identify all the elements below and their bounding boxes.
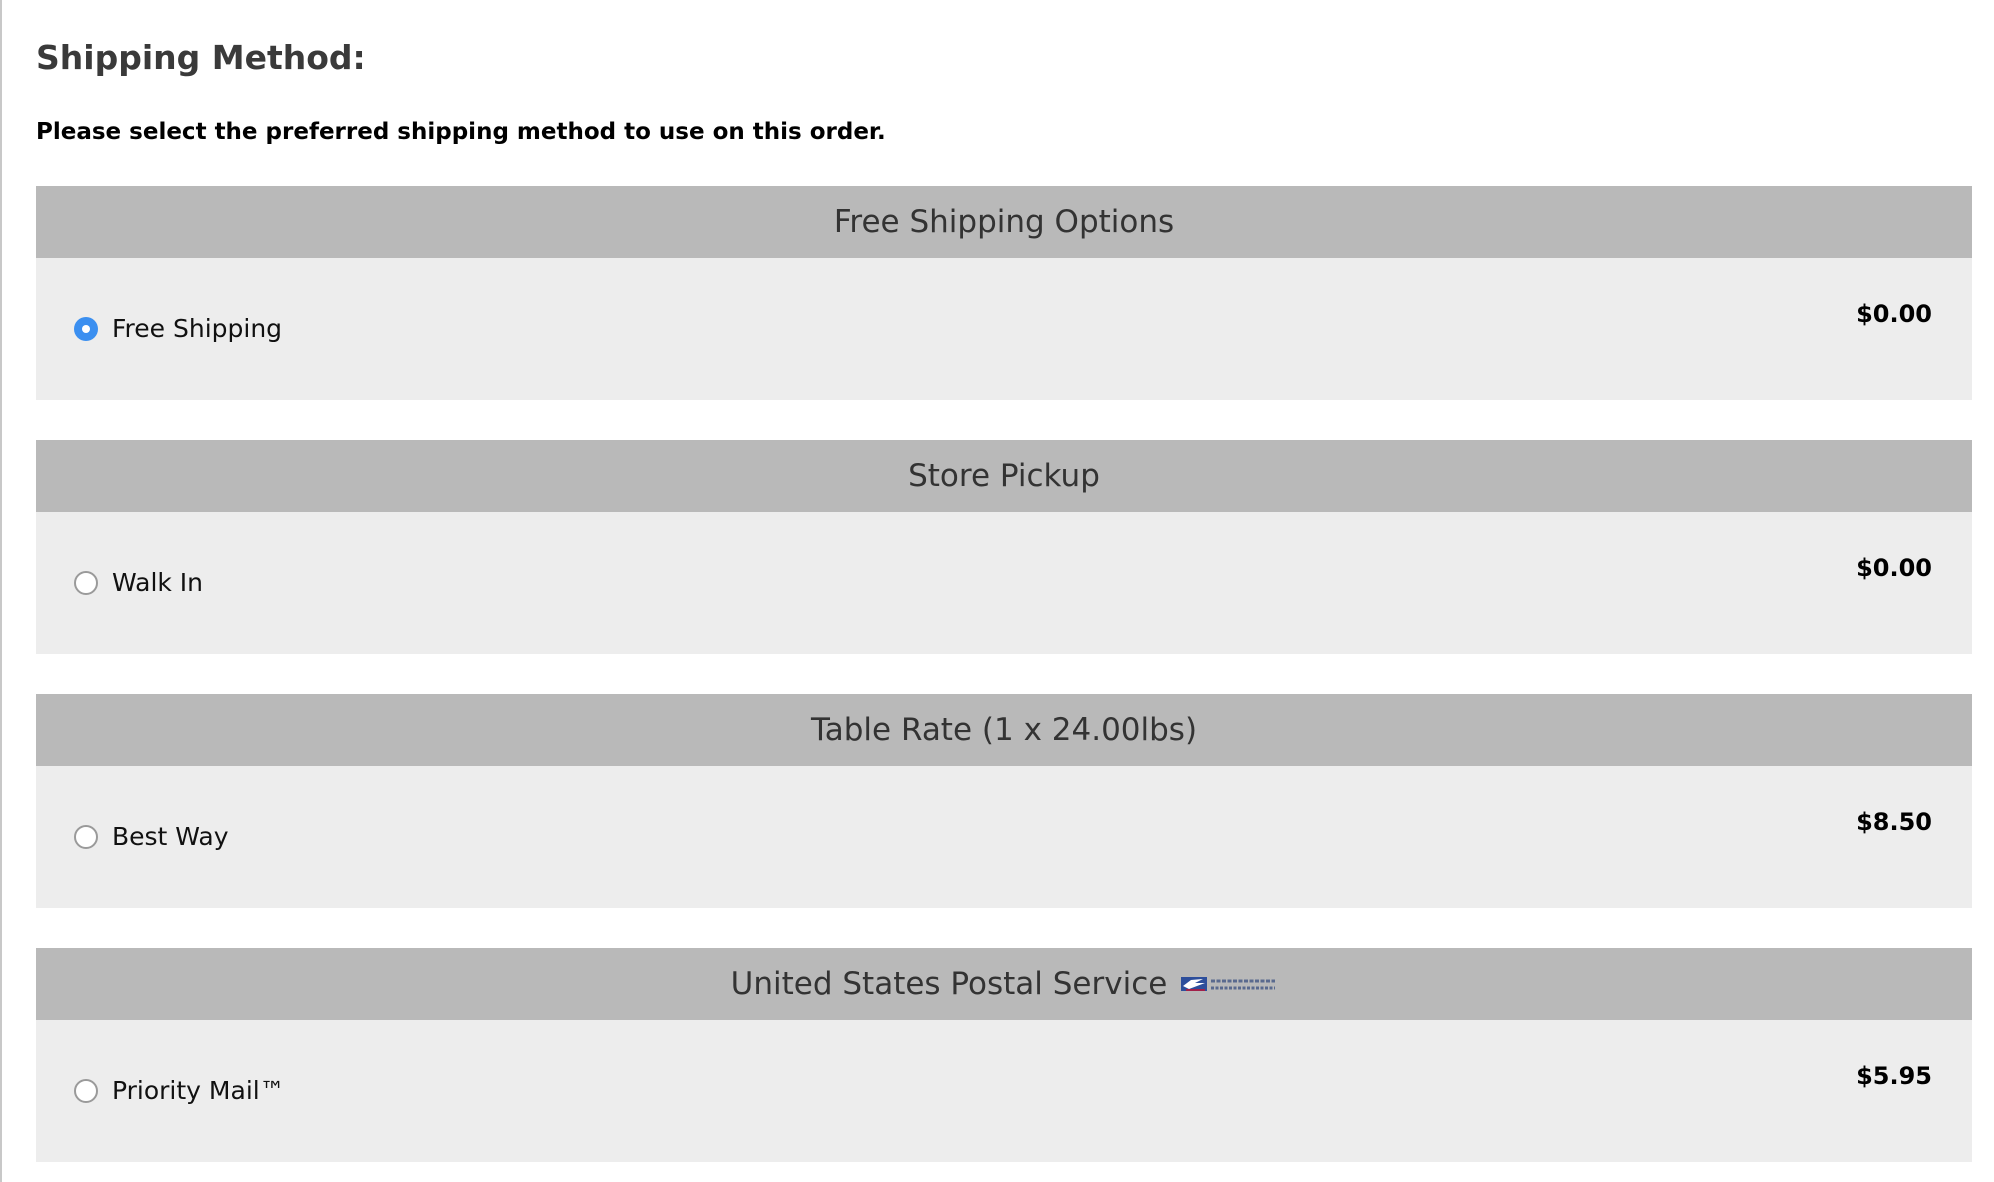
shipping-option-priority-mail[interactable]: Priority Mail™ [74,1076,285,1105]
instruction-text: Please select the preferred shipping met… [36,119,886,145]
group-header: Store Pickup [36,440,1972,512]
option-price: $0.00 [1856,300,1932,328]
group-body: Free Shipping $0.00 [36,258,1972,400]
group-header-label: Table Rate (1 x 24.00lbs) [810,712,1198,748]
shipping-option-best-way[interactable]: Best Way [74,822,229,851]
group-body: Walk In $0.00 [36,512,1972,654]
option-price: $5.95 [1856,1062,1932,1090]
group-body: Priority Mail™ $5.95 [36,1020,1972,1162]
group-header: United States Postal Service [36,948,1972,1020]
group-body: Best Way $8.50 [36,766,1972,908]
radio-unchecked-icon[interactable] [74,824,98,849]
shipping-option-walk-in[interactable]: Walk In [74,568,203,597]
shipping-group-table-rate: Table Rate (1 x 24.00lbs) Best Way $8.50 [36,694,1972,908]
group-header-label: United States Postal Service [730,966,1168,1002]
left-border [0,0,2,1182]
shipping-group-usps: United States Postal Service Priority Ma… [36,948,1972,1162]
group-header: Free Shipping Options [36,186,1972,258]
option-label[interactable]: Best Way [112,822,229,851]
page-title: Shipping Method: [36,38,366,77]
shipping-groups: Free Shipping Options Free Shipping $0.0… [36,186,1972,1182]
radio-unchecked-icon[interactable] [74,1078,98,1103]
option-price: $8.50 [1856,808,1932,836]
shipping-option-free-shipping[interactable]: Free Shipping [74,314,282,343]
radio-checked-icon[interactable] [74,316,98,341]
group-header: Table Rate (1 x 24.00lbs) [36,694,1972,766]
option-label[interactable]: Free Shipping [112,314,282,343]
option-price: $0.00 [1856,554,1932,582]
shipping-group-store-pickup: Store Pickup Walk In $0.00 [36,440,1972,654]
group-header-label: Free Shipping Options [833,204,1175,240]
option-label[interactable]: Priority Mail™ [112,1076,285,1105]
usps-eagle-logo-icon [1181,977,1276,991]
shipping-group-free: Free Shipping Options Free Shipping $0.0… [36,186,1972,400]
shipping-method-page: Shipping Method: Please select the prefe… [0,0,1994,1182]
option-label[interactable]: Walk In [112,568,203,597]
group-header-label: Store Pickup [908,458,1100,494]
radio-unchecked-icon[interactable] [74,570,98,595]
